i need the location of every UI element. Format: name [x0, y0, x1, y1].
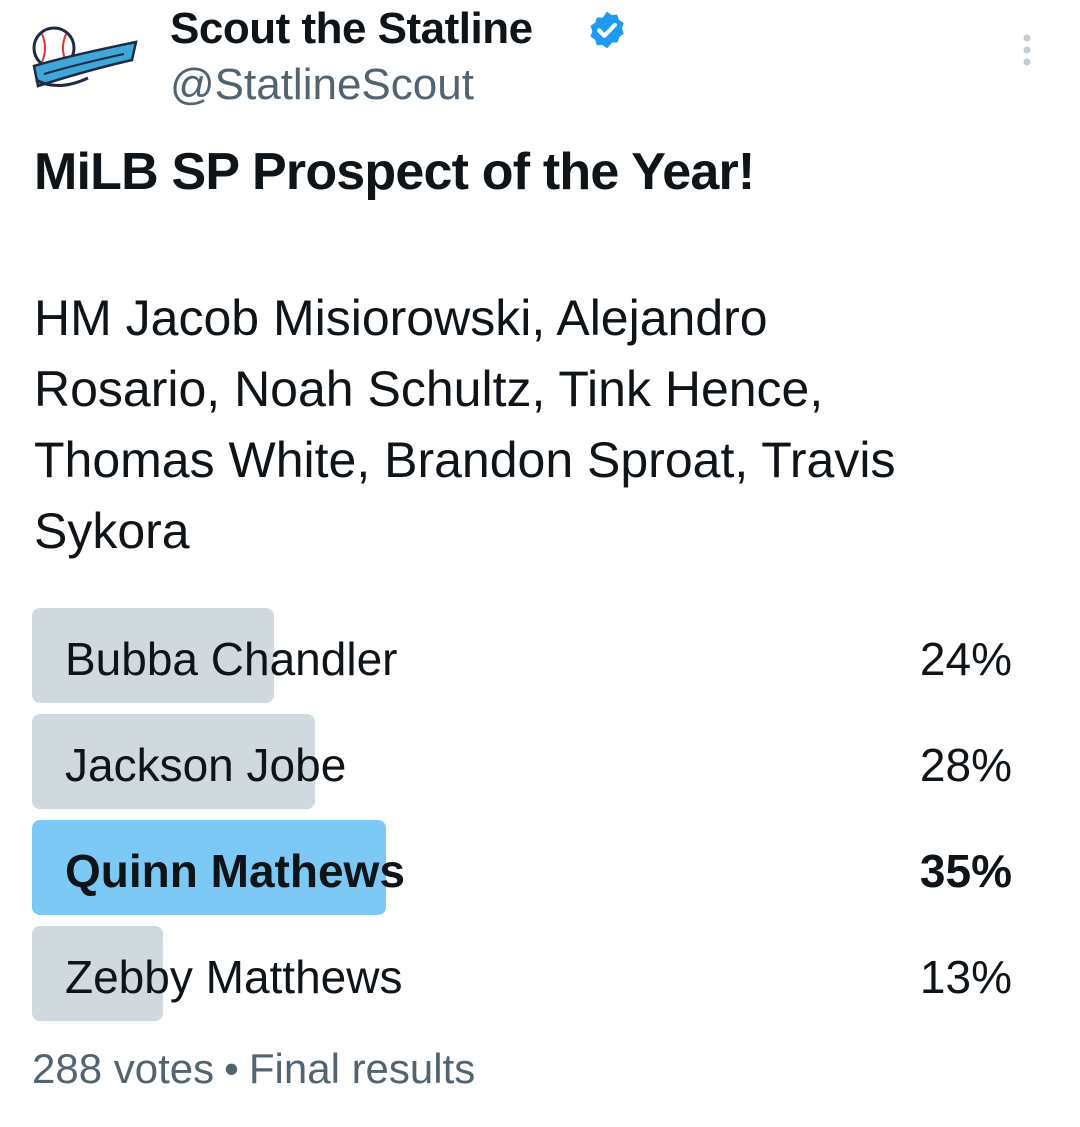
text-line: Thomas White, Brandon Sproat, Travis [34, 432, 896, 488]
author-name[interactable]: Scout the Statline [170, 4, 533, 54]
tweet: Scout the Statline @StatlineScout MiLB S… [0, 0, 1080, 1127]
poll-option-label: Bubba Chandler [65, 633, 398, 685]
poll: Bubba Chandler 24% Jackson Jobe 28% Quin… [32, 608, 1016, 1032]
verified-badge-icon[interactable] [586, 9, 628, 51]
text-line: Rosario, Noah Schultz, Tink Hence, [34, 361, 824, 417]
text-line: Sykora [34, 503, 190, 559]
poll-option-bubba-chandler[interactable]: Bubba Chandler 24% [32, 608, 1016, 703]
baseball-logo-icon [32, 26, 138, 88]
poll-option-label: Jackson Jobe [65, 739, 347, 791]
tweet-title: MiLB SP Prospect of the Year! [34, 143, 755, 201]
author-handle[interactable]: @StatlineScout [170, 60, 474, 110]
poll-vote-count: 288 votes [32, 1045, 215, 1092]
separator-dot: • [224, 1045, 239, 1092]
poll-option-percent: 35% [919, 845, 1012, 897]
avatar[interactable] [28, 22, 140, 94]
honorable-mentions-text: HM Jacob Misiorowski, Alejandro Rosario,… [34, 283, 1034, 567]
poll-option-label: Quinn Mathews [65, 845, 405, 897]
poll-footer: 288 votes • Final results [32, 1045, 475, 1093]
poll-status: Final results [248, 1045, 476, 1092]
poll-option-jackson-jobe[interactable]: Jackson Jobe 28% [32, 714, 1016, 809]
poll-option-percent: 28% [919, 739, 1012, 791]
poll-option-quinn-mathews[interactable]: Quinn Mathews 35% [32, 820, 1016, 915]
poll-option-percent: 13% [919, 951, 1012, 1003]
poll-option-zebby-matthews[interactable]: Zebby Matthews 13% [32, 926, 1016, 1021]
poll-option-percent: 24% [919, 633, 1012, 685]
poll-option-label: Zebby Matthews [65, 951, 403, 1003]
text-line: HM Jacob Misiorowski, Alejandro [34, 290, 768, 346]
more-options-icon[interactable] [1012, 30, 1042, 70]
